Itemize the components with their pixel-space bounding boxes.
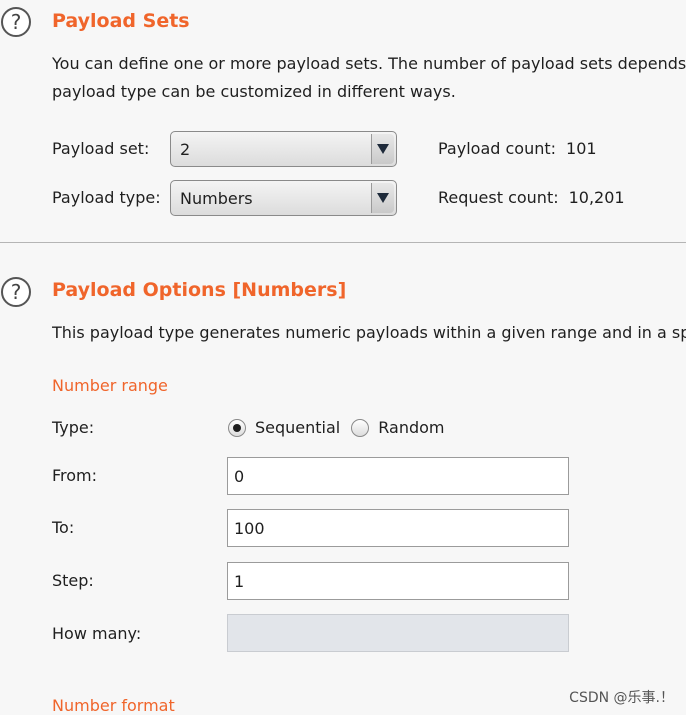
payload-sets-description-line1: You can define one or more payload sets.… <box>52 54 686 73</box>
random-radio[interactable] <box>351 418 370 437</box>
payload-options-title: Payload Options [Numbers] <box>52 279 347 301</box>
request-count-label: Request count: <box>438 188 559 207</box>
chevron-down-icon <box>377 193 389 203</box>
request-count-value: 10,201 <box>568 188 625 207</box>
watermark: CSDN @乐事.！ <box>569 690 674 706</box>
payload-type-dropdown[interactable]: Numbers <box>170 180 397 216</box>
range-type-radio-group: Sequential Random <box>228 418 456 437</box>
random-radio-label[interactable]: Random <box>378 418 444 437</box>
step-input[interactable]: 1 <box>227 562 569 600</box>
request-count: Request count: 10,201 <box>438 188 625 207</box>
from-input[interactable]: 0 <box>227 457 569 495</box>
sequential-radio[interactable] <box>228 418 246 437</box>
payload-set-label: Payload set: <box>52 139 150 158</box>
range-type-label: Type: <box>52 418 95 437</box>
payload-set-dropdown[interactable]: 2 <box>170 131 397 167</box>
payload-count: Payload count: 101 <box>438 139 597 158</box>
how-many-label: How many: <box>52 624 142 643</box>
from-label: From: <box>52 466 98 485</box>
payload-count-label: Payload count: <box>438 139 557 158</box>
number-range-heading: Number range <box>52 376 168 395</box>
step-label: Step: <box>52 571 94 590</box>
how-many-input <box>227 614 569 652</box>
payload-sets-description-line2: payload type can be customized in differ… <box>52 82 456 101</box>
sequential-radio-label[interactable]: Sequential <box>255 418 340 437</box>
payload-type-label: Payload type: <box>52 188 161 207</box>
payload-set-dropdown-button[interactable] <box>371 134 394 164</box>
radio-dot-icon <box>233 423 241 432</box>
to-label: To: <box>52 518 75 537</box>
payload-options-help-icon[interactable]: ? <box>1 277 31 307</box>
payload-type-value: Numbers <box>180 188 253 208</box>
payload-sets-title: Payload Sets <box>52 10 190 32</box>
number-format-heading: Number format <box>52 696 175 715</box>
section-divider <box>0 242 686 243</box>
payload-set-value: 2 <box>180 139 191 159</box>
chevron-down-icon <box>377 144 389 154</box>
payload-options-description: This payload type generates numeric payl… <box>52 323 686 342</box>
payload-count-value: 101 <box>566 139 597 158</box>
payload-type-dropdown-button[interactable] <box>371 183 394 213</box>
payload-sets-help-icon[interactable]: ? <box>1 7 31 37</box>
to-input[interactable]: 100 <box>227 509 569 547</box>
